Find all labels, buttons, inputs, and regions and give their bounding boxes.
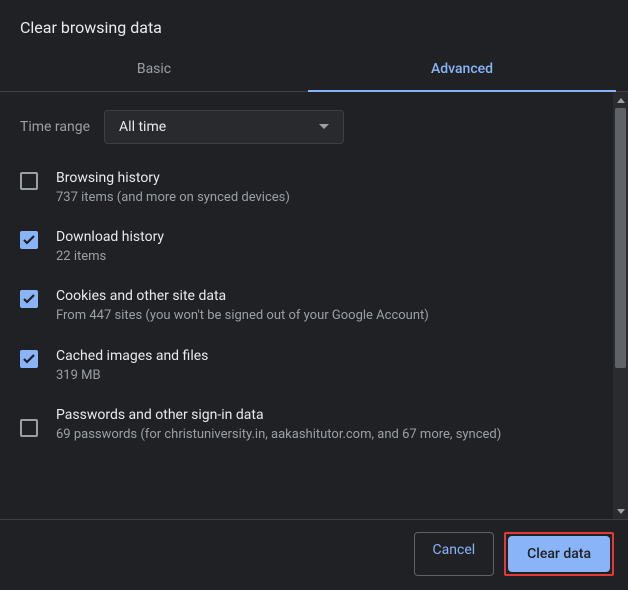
item-title: Download history xyxy=(56,229,593,245)
checkbox-download-history[interactable] xyxy=(20,231,38,249)
tabs: Basic Advanced xyxy=(0,49,628,92)
item-title: Cached images and files xyxy=(56,348,593,364)
tab-advanced[interactable]: Advanced xyxy=(308,49,616,91)
dialog-title: Clear browsing data xyxy=(0,0,628,49)
tab-basic[interactable]: Basic xyxy=(0,49,308,91)
item-sub: From 447 sites (you won't be signed out … xyxy=(56,307,593,325)
item-title: Browsing history xyxy=(56,170,593,186)
item-text: Cached images and files 319 MB xyxy=(56,348,593,385)
scrollbar-thumb[interactable] xyxy=(615,108,626,368)
item-text: Cookies and other site data From 447 sit… xyxy=(56,288,593,325)
clear-browsing-data-dialog: Clear browsing data Basic Advanced Time … xyxy=(0,0,628,590)
dialog-body: Time range All time Browsing history 737… xyxy=(0,92,628,519)
time-range-row: Time range All time xyxy=(20,110,593,144)
scroll-up-icon[interactable] xyxy=(613,92,628,108)
time-range-select[interactable]: All time xyxy=(104,110,344,144)
scroll-down-icon[interactable] xyxy=(613,503,628,519)
item-title: Passwords and other sign-in data xyxy=(56,407,593,423)
checkbox-browsing-history[interactable] xyxy=(20,172,38,190)
scroll-area: Time range All time Browsing history 737… xyxy=(0,92,613,519)
items-list: Browsing history 737 items (and more on … xyxy=(20,170,593,444)
list-item: Download history 22 items xyxy=(20,229,593,266)
checkbox-cached-images[interactable] xyxy=(20,350,38,368)
item-title: Cookies and other site data xyxy=(56,288,593,304)
chevron-down-icon xyxy=(319,124,329,130)
clear-data-button[interactable]: Clear data xyxy=(508,536,610,572)
list-item: Browsing history 737 items (and more on … xyxy=(20,170,593,207)
item-text: Browsing history 737 items (and more on … xyxy=(56,170,593,207)
item-sub: 69 passwords (for christuniversity.in, a… xyxy=(56,426,593,444)
item-sub: 737 items (and more on synced devices) xyxy=(56,189,593,207)
dialog-footer: Cancel Clear data xyxy=(0,519,628,590)
list-item: Cached images and files 319 MB xyxy=(20,348,593,385)
cancel-button[interactable]: Cancel xyxy=(414,532,495,576)
highlight-annotation: Clear data xyxy=(504,532,614,576)
list-item: Cookies and other site data From 447 sit… xyxy=(20,288,593,325)
item-sub: 22 items xyxy=(56,248,593,266)
item-sub: 319 MB xyxy=(56,367,593,385)
item-text: Download history 22 items xyxy=(56,229,593,266)
list-item: Passwords and other sign-in data 69 pass… xyxy=(20,407,593,444)
item-text: Passwords and other sign-in data 69 pass… xyxy=(56,407,593,444)
time-range-label: Time range xyxy=(20,119,90,135)
scrollbar[interactable] xyxy=(613,92,628,519)
time-range-value: All time xyxy=(119,119,166,135)
checkbox-passwords[interactable] xyxy=(20,419,38,437)
checkbox-cookies[interactable] xyxy=(20,290,38,308)
